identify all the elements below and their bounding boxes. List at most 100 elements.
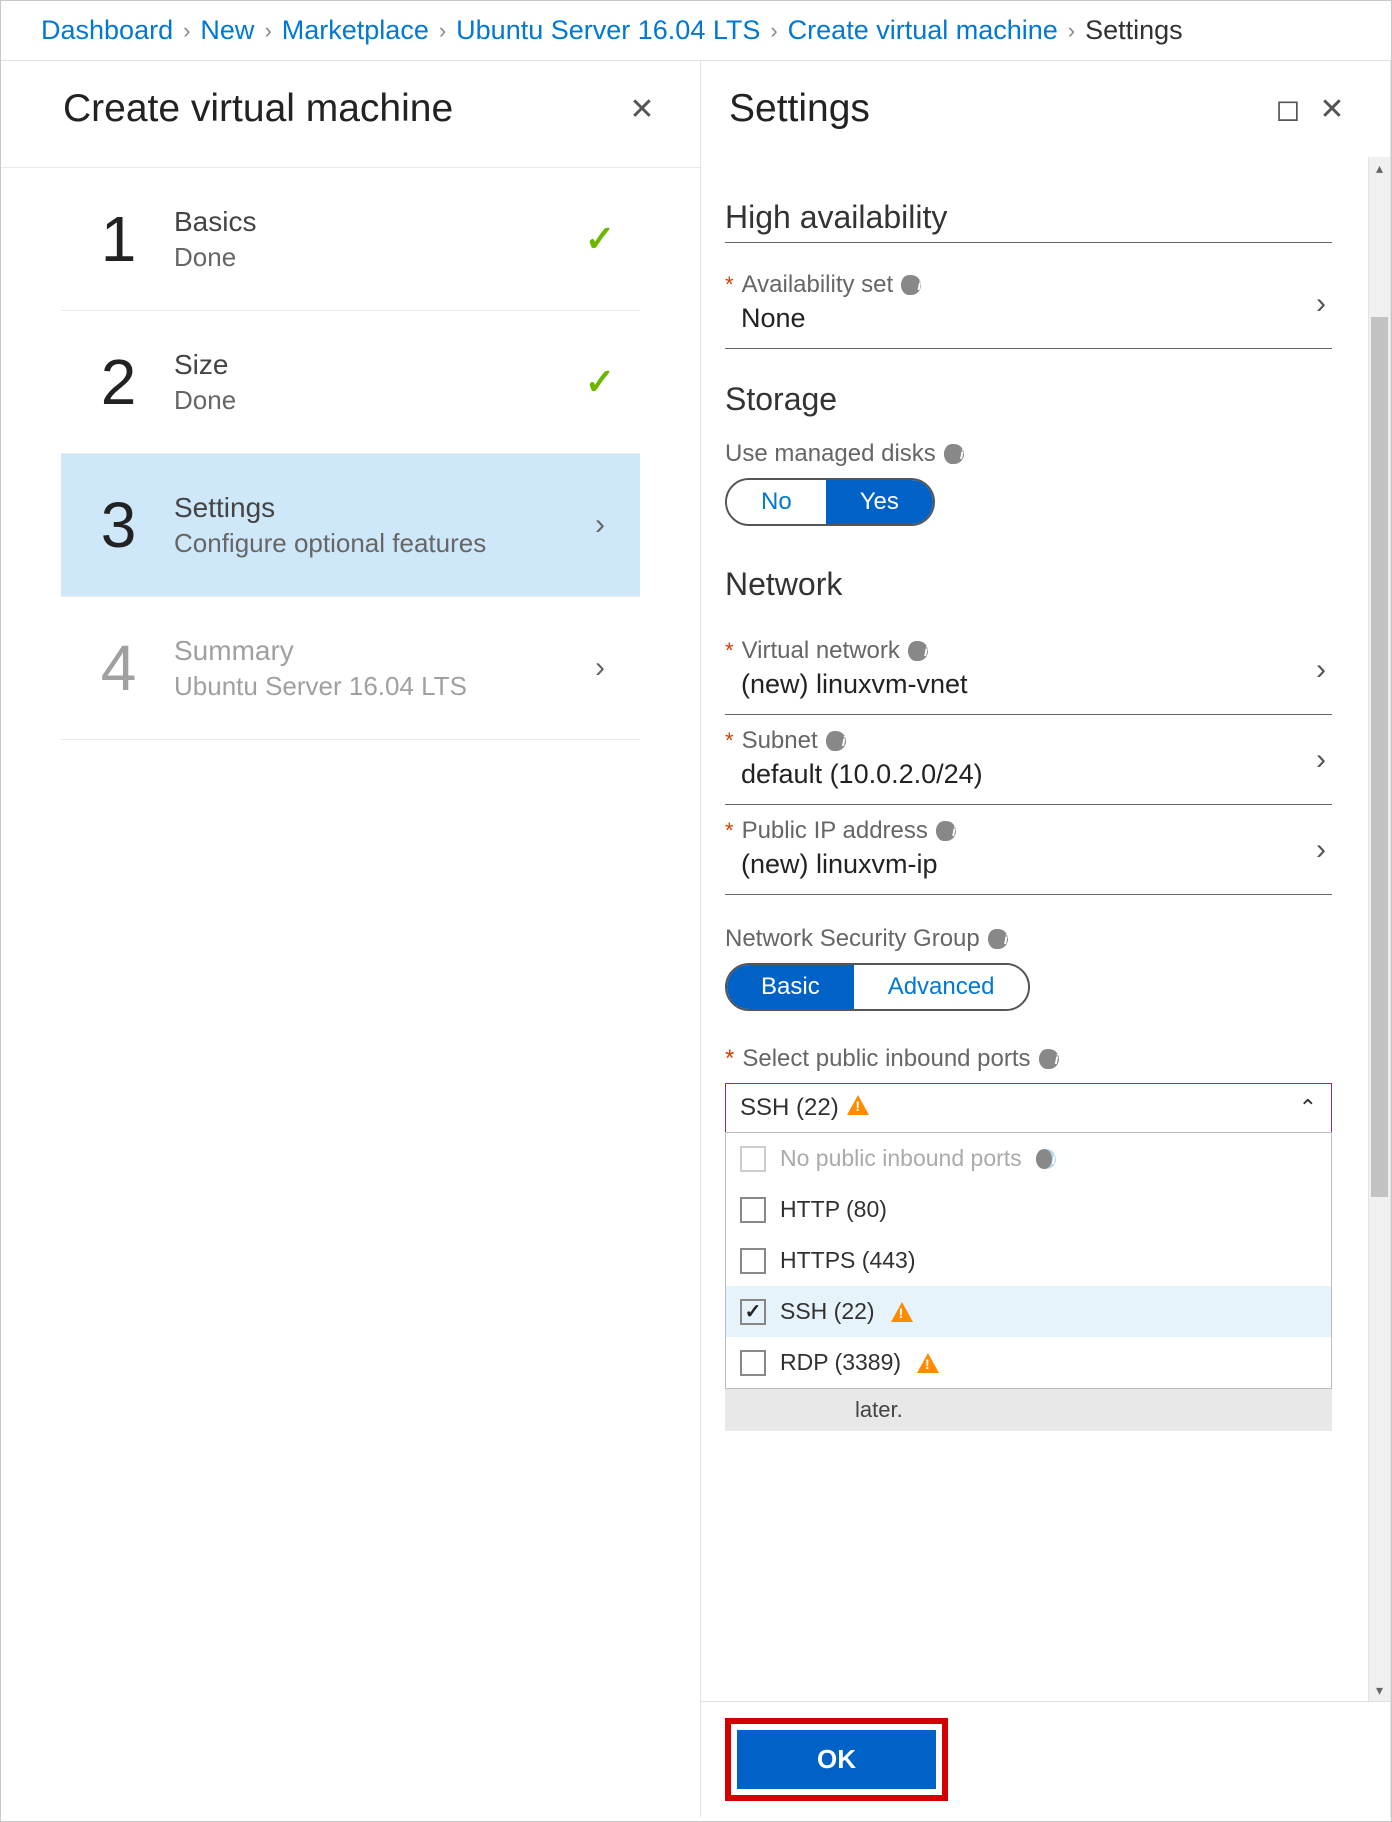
crumb-create-vm[interactable]: Create virtual machine xyxy=(788,15,1058,46)
crumb-ubuntu[interactable]: Ubuntu Server 16.04 LTS xyxy=(456,15,760,46)
info-icon[interactable]: i xyxy=(988,929,1008,949)
port-option-https[interactable]: HTTPS (443) xyxy=(726,1235,1331,1286)
chevron-right-icon: › xyxy=(1316,743,1326,777)
nsg-basic[interactable]: Basic xyxy=(727,965,854,1009)
checkmark-icon: ✓ xyxy=(585,218,615,259)
chevron-right-icon: › xyxy=(770,18,777,44)
left-panel-title: Create virtual machine xyxy=(63,87,620,131)
right-panel-header: Settings ◻ ✕ xyxy=(701,61,1390,157)
required-asterisk: * xyxy=(725,1045,734,1073)
step-subtitle: Ubuntu Server 16.04 LTS xyxy=(174,671,552,702)
info-icon[interactable]: i xyxy=(1039,1049,1059,1069)
port-option-label: SSH (22) xyxy=(780,1298,875,1325)
required-asterisk: * xyxy=(725,818,734,844)
field-public-ip[interactable]: * Public IP address i (new) linuxvm-ip › xyxy=(725,805,1332,895)
scrollbar-thumb[interactable] xyxy=(1371,317,1388,1197)
checkbox-icon xyxy=(740,1350,766,1376)
step-size[interactable]: 2 Size Done ✓ xyxy=(61,311,640,454)
section-high-availability: High availability xyxy=(725,199,1332,243)
chevron-right-icon: › xyxy=(595,508,605,541)
warning-icon xyxy=(847,1095,869,1115)
field-subnet[interactable]: * Subnet i default (10.0.2.0/24) › xyxy=(725,715,1332,805)
port-option-rdp[interactable]: RDP (3389) xyxy=(726,1337,1331,1388)
field-value: (new) linuxvm-ip xyxy=(725,849,1332,880)
managed-disks-yes[interactable]: Yes xyxy=(826,480,933,524)
step-number: 2 xyxy=(91,345,146,419)
managed-disks-label: Use managed disks xyxy=(725,440,936,468)
right-panel-title: Settings xyxy=(729,87,1266,131)
settings-body: High availability * Availability set i N… xyxy=(701,157,1368,1701)
chevron-up-icon: ⌃ xyxy=(1299,1095,1317,1121)
field-label-text: Subnet xyxy=(742,727,818,755)
ports-dropdown-menu: No public inbound ports i HTTP (80) HTTP… xyxy=(725,1132,1332,1389)
crumb-marketplace[interactable]: Marketplace xyxy=(282,15,429,46)
info-icon[interactable]: i xyxy=(901,275,921,295)
field-label-text: Availability set xyxy=(742,271,894,299)
port-option-label: HTTPS (443) xyxy=(780,1247,915,1274)
checkbox-icon: ✓ xyxy=(740,1299,766,1325)
left-panel-header: Create virtual machine ✕ xyxy=(1,61,700,157)
checkbox-icon xyxy=(740,1197,766,1223)
info-icon[interactable]: i xyxy=(936,821,956,841)
step-settings[interactable]: 3 Settings Configure optional features › xyxy=(61,454,640,597)
chevron-right-icon: › xyxy=(1316,287,1326,321)
step-title: Settings xyxy=(174,492,552,524)
crumb-new[interactable]: New xyxy=(200,15,254,46)
ok-highlight-box: OK xyxy=(725,1718,948,1801)
maximize-icon[interactable]: ◻ xyxy=(1266,87,1310,131)
ports-note-tail: later. xyxy=(725,1389,1332,1431)
managed-disks-toggle: No Yes xyxy=(725,478,935,526)
crumb-dashboard[interactable]: Dashboard xyxy=(41,15,173,46)
step-title: Size xyxy=(174,349,552,381)
step-basics[interactable]: 1 Basics Done ✓ xyxy=(61,168,640,311)
step-subtitle: Done xyxy=(174,385,552,416)
chevron-right-icon: › xyxy=(1068,18,1075,44)
chevron-right-icon: › xyxy=(1316,653,1326,687)
scroll-down-icon[interactable]: ▾ xyxy=(1369,1679,1390,1701)
nsg-toggle: Basic Advanced xyxy=(725,963,1030,1011)
ports-selected-text: SSH (22) xyxy=(740,1094,839,1121)
port-option-http[interactable]: HTTP (80) xyxy=(726,1184,1331,1235)
port-option-label: HTTP (80) xyxy=(780,1196,887,1223)
step-title: Summary xyxy=(174,635,552,667)
port-option-label: RDP (3389) xyxy=(780,1349,901,1376)
info-icon[interactable]: i xyxy=(826,731,846,751)
step-summary[interactable]: 4 Summary Ubuntu Server 16.04 LTS › xyxy=(61,597,640,740)
nsg-label: Network Security Group xyxy=(725,925,980,953)
ports-dropdown[interactable]: SSH (22) ⌃ xyxy=(725,1083,1332,1133)
chevron-right-icon: › xyxy=(1316,833,1326,867)
step-number: 3 xyxy=(91,488,146,562)
scrollbar[interactable]: ▴ ▾ xyxy=(1368,157,1390,1701)
scroll-up-icon[interactable]: ▴ xyxy=(1369,157,1390,179)
port-option-ssh[interactable]: ✓ SSH (22) xyxy=(726,1286,1331,1337)
left-panel: Create virtual machine ✕ 1 Basics Done ✓… xyxy=(1,61,701,1817)
managed-disks-no[interactable]: No xyxy=(727,480,826,524)
field-value: None xyxy=(725,303,1332,334)
section-storage: Storage xyxy=(725,381,1332,424)
close-icon[interactable]: ✕ xyxy=(1310,87,1354,131)
port-option-label: No public inbound ports xyxy=(780,1145,1022,1172)
warning-icon xyxy=(917,1353,939,1373)
right-panel: Settings ◻ ✕ High availability * Availab… xyxy=(701,61,1391,1817)
step-number: 4 xyxy=(91,631,146,705)
breadcrumb: Dashboard › New › Marketplace › Ubuntu S… xyxy=(1,1,1391,61)
field-value: default (10.0.2.0/24) xyxy=(725,759,1332,790)
field-availability-set[interactable]: * Availability set i None › xyxy=(725,259,1332,349)
checkbox-icon xyxy=(740,1146,766,1172)
wizard-steps: 1 Basics Done ✓ 2 Size Done ✓ 3 Settings xyxy=(1,167,700,740)
required-asterisk: * xyxy=(725,272,734,298)
info-icon[interactable]: i xyxy=(944,444,964,464)
required-asterisk: * xyxy=(725,638,734,664)
close-icon[interactable]: ✕ xyxy=(620,87,664,131)
warning-icon xyxy=(891,1302,913,1322)
field-virtual-network[interactable]: * Virtual network i (new) linuxvm-vnet › xyxy=(725,625,1332,715)
chevron-right-icon: › xyxy=(595,651,605,684)
port-option-none[interactable]: No public inbound ports i xyxy=(726,1133,1331,1184)
step-number: 1 xyxy=(91,202,146,276)
step-subtitle: Configure optional features xyxy=(174,528,552,559)
nsg-advanced[interactable]: Advanced xyxy=(854,965,1029,1009)
field-label-text: Public IP address xyxy=(742,817,928,845)
ok-button[interactable]: OK xyxy=(737,1730,936,1789)
ports-label: Select public inbound ports xyxy=(742,1045,1030,1073)
info-icon[interactable]: i xyxy=(908,641,928,661)
